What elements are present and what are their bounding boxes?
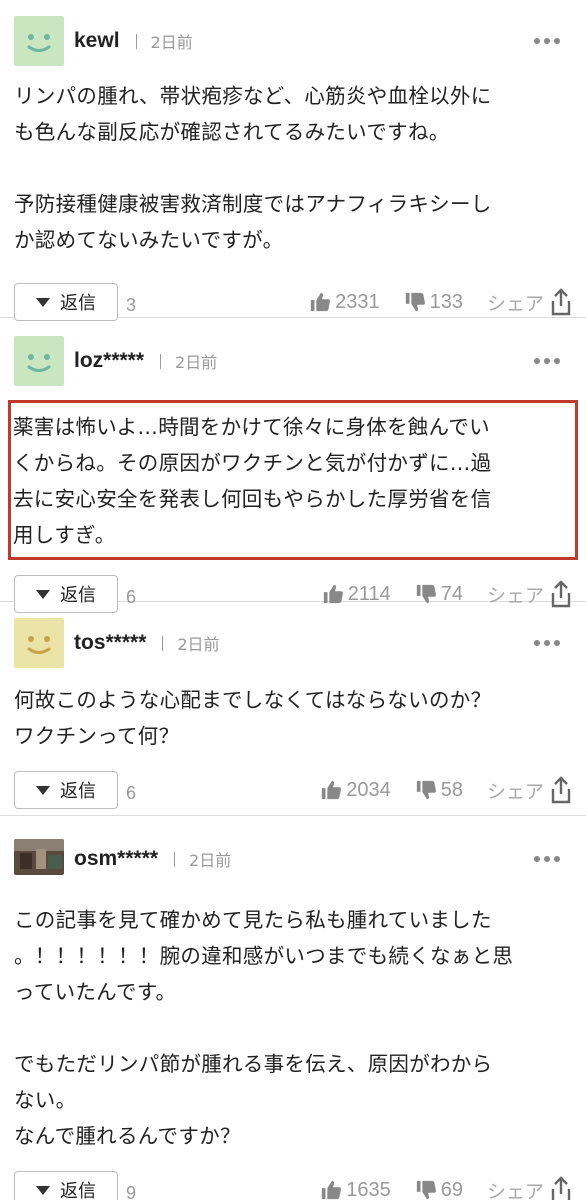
- avatar[interactable]: [14, 16, 64, 66]
- comment-body: 何故このような心配までしなくてはならないのか？ ワクチンって何？: [14, 688, 492, 748]
- dislike-button[interactable]: 58: [415, 779, 463, 802]
- more-options-icon[interactable]: [534, 358, 560, 364]
- dislike-count: 69: [440, 1178, 463, 1200]
- reply-count: 6: [126, 782, 137, 803]
- share-button[interactable]: シェア: [487, 1176, 572, 1200]
- more-options-icon[interactable]: [534, 856, 560, 862]
- vote-group: 2331 133 シェア: [309, 288, 572, 316]
- smiley-avatar-icon: [14, 618, 64, 668]
- like-count: 1635: [346, 1178, 391, 1200]
- timestamp: 2日前: [177, 635, 220, 654]
- comment-actions: 返信 6 2034 58 シェア: [14, 758, 572, 822]
- comment-body: リンパの腫れ、帯状疱疹など、心筋炎や血栓以外に も色んな副反応が確認されてるみた…: [14, 84, 492, 252]
- reply-label: 返信: [60, 293, 96, 314]
- dislike-count: 58: [440, 778, 463, 801]
- dislike-count: 133: [429, 290, 463, 313]
- like-count: 2034: [346, 778, 391, 801]
- share-button[interactable]: シェア: [487, 776, 572, 804]
- reply-count: 9: [126, 1182, 137, 1200]
- comment-item: loz***** 2日前 薬害は怖いよ…時間をかけて徐々に身体を蝕んでい くから…: [0, 318, 586, 613]
- avatar[interactable]: [14, 336, 64, 386]
- share-label: シェア: [486, 1180, 544, 1200]
- thumbs-up-icon: [310, 292, 331, 312]
- reply-button[interactable]: 返信: [14, 771, 118, 809]
- vote-group: 1635 69 シェア: [320, 1176, 572, 1200]
- divider: [162, 635, 164, 651]
- comment-header: osm***** 2日前: [14, 832, 572, 886]
- divider: [135, 33, 137, 49]
- thumbs-down-icon: [416, 780, 436, 800]
- like-button[interactable]: 2331: [309, 291, 380, 314]
- reply-button[interactable]: 返信: [14, 1171, 118, 1200]
- caret-down-icon: [36, 297, 50, 307]
- username[interactable]: tos*****: [74, 631, 146, 655]
- like-button[interactable]: 2034: [320, 779, 391, 802]
- reply-button[interactable]: 返信: [14, 283, 118, 321]
- thumbs-up-icon: [322, 1180, 342, 1200]
- reply-count: 3: [126, 294, 137, 315]
- vote-group: 2034 58 シェア: [320, 776, 572, 804]
- username[interactable]: loz*****: [74, 349, 144, 373]
- comment-item: osm***** 2日前 この記事を見て確かめて見たら私も腫れていました 。！！…: [0, 816, 586, 1200]
- thumbs-down-icon: [416, 1180, 436, 1200]
- timestamp: 2日前: [175, 353, 218, 372]
- dislike-button[interactable]: 133: [404, 291, 463, 314]
- comment-body-highlighted: 薬害は怖いよ…時間をかけて徐々に身体を蝕んでい くからね。その原因がワクチンと気…: [8, 400, 578, 560]
- caret-down-icon: [36, 1185, 50, 1195]
- caret-down-icon: [36, 785, 50, 795]
- username[interactable]: osm*****: [74, 847, 158, 871]
- thumbs-up-icon: [322, 780, 342, 800]
- dislike-button[interactable]: 69: [415, 1179, 463, 1200]
- divider: [174, 851, 176, 867]
- timestamp: 2日前: [150, 33, 193, 52]
- avatar[interactable]: [14, 839, 64, 875]
- comment-body: この記事を見て確かめて見たら私も腫れていました 。！！！！！！腕の違和感がいつま…: [14, 908, 514, 1148]
- avatar[interactable]: [14, 618, 64, 668]
- share-icon: [551, 288, 571, 316]
- timestamp: 2日前: [189, 851, 232, 870]
- reply-label: 返信: [60, 1181, 96, 1200]
- more-options-icon[interactable]: [534, 38, 560, 44]
- reply-label: 返信: [60, 781, 96, 802]
- share-button[interactable]: シェア: [487, 288, 572, 316]
- comment-actions: 返信 9 1635 69 シェア: [14, 1158, 572, 1200]
- share-icon: [551, 776, 571, 804]
- thumbs-down-icon: [405, 292, 425, 312]
- like-button[interactable]: 1635: [320, 1179, 391, 1200]
- caret-down-icon: [36, 589, 50, 599]
- comment-item: tos***** 2日前 何故このような心配までしなくてはならないのか？ ワクチ…: [0, 602, 586, 816]
- comment-item: kewl 2日前 リンパの腫れ、帯状疱疹など、心筋炎や血栓以外に も色んな副反応…: [0, 0, 586, 321]
- comment-header: loz***** 2日前: [14, 334, 572, 388]
- photo-avatar-icon: [14, 839, 64, 875]
- comment-header: tos***** 2日前: [14, 616, 572, 670]
- share-label: シェア: [486, 780, 544, 803]
- divider: [160, 353, 162, 369]
- smiley-avatar-icon: [14, 336, 64, 386]
- more-options-icon[interactable]: [534, 640, 560, 646]
- comment-header: kewl 2日前: [14, 14, 572, 68]
- like-count: 2331: [335, 290, 380, 313]
- smiley-avatar-icon: [14, 16, 64, 66]
- username[interactable]: kewl: [74, 29, 120, 53]
- share-icon: [551, 1176, 571, 1200]
- share-label: シェア: [486, 292, 544, 315]
